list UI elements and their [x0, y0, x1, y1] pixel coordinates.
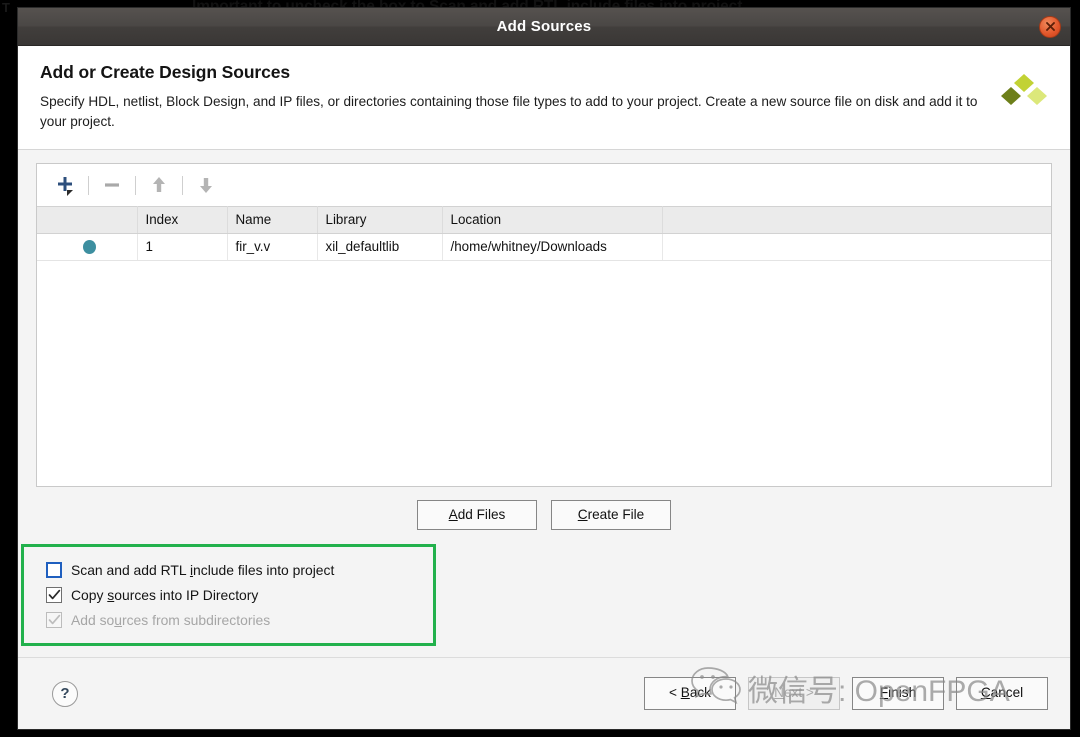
page-title: Add or Create Design Sources [40, 62, 291, 82]
finish-label: inish [888, 685, 917, 701]
plus-icon[interactable] [47, 170, 83, 200]
add-subdirectories-checkbox [46, 611, 62, 628]
back-accel: B [680, 685, 690, 701]
dialog-titlebar: Add Sources [18, 8, 1070, 46]
table-empty-area [37, 261, 1051, 486]
add-files-button[interactable]: Add Files [417, 500, 537, 531]
add-files-accel: A [448, 507, 458, 522]
toolbar-separator [88, 175, 89, 195]
toolbar-separator [182, 175, 183, 195]
back-button[interactable]: < Back [644, 677, 736, 710]
scan-rtl-include-label: Scan and add RTL include files into proj… [71, 562, 334, 578]
table-header-index[interactable]: Index [137, 206, 228, 234]
opt2-pre: Add so [71, 611, 115, 628]
file-action-buttons: Add Files Create File [36, 500, 1052, 531]
row-status-cell [37, 233, 138, 261]
copy-sources-checkbox[interactable] [46, 586, 62, 603]
toolbar-separator [135, 175, 136, 195]
next-label: ext > [783, 685, 814, 701]
status-dot-icon [83, 239, 96, 254]
table-header-status[interactable] [37, 206, 138, 234]
cancel-label: ancel [990, 685, 1024, 701]
add-sources-dialog: Add Sources Add or Create Design Sources… [18, 8, 1070, 729]
opt1-post: ources into IP Directory [114, 586, 259, 603]
table-header-library[interactable]: Library [317, 206, 443, 234]
scan-rtl-include-checkbox[interactable] [46, 561, 62, 578]
row-library: xil_defaultlib [317, 233, 443, 261]
background-left-letter: T [2, 0, 10, 15]
back-prefix: < [669, 685, 681, 701]
help-icon[interactable]: ? [52, 680, 78, 707]
arrow-up-icon[interactable] [141, 170, 177, 200]
opt0-pre: Scan and add RTL [71, 561, 190, 578]
option-copy-sources[interactable]: Copy sources into IP Directory [46, 582, 421, 607]
close-icon[interactable] [1039, 15, 1061, 38]
finish-accel: F [879, 685, 889, 701]
sources-toolbar [37, 164, 1051, 206]
table-header-row: Index Name Library Location [37, 206, 1051, 234]
page-description: Specify HDL, netlist, Block Design, and … [40, 94, 978, 129]
table-header-name[interactable]: Name [227, 206, 318, 234]
sources-panel: Index Name Library Location 1 fir_v.v xi… [36, 163, 1052, 487]
dialog-title: Add Sources [496, 18, 592, 35]
table-header-location[interactable]: Location [442, 206, 663, 234]
opt2-accel: u [114, 611, 122, 628]
copy-sources-label: Copy sources into IP Directory [71, 587, 258, 603]
create-file-label: reate File [587, 507, 645, 522]
sources-table: Index Name Library Location 1 fir_v.v xi… [37, 206, 1051, 261]
opt2-post: rces from subdirectories [121, 611, 271, 628]
dialog-footer: ? < Back Next > Finish Cancel [18, 657, 1070, 729]
dialog-header: Add or Create Design Sources Specify HDL… [18, 46, 1070, 150]
next-accel: N [774, 685, 784, 701]
row-index: 1 [137, 233, 228, 261]
opt1-pre: Copy [71, 586, 108, 603]
option-scan-rtl-include[interactable]: Scan and add RTL include files into proj… [46, 557, 421, 582]
cancel-button[interactable]: Cancel [956, 677, 1048, 710]
row-location: /home/whitney/Downloads [442, 233, 663, 261]
finish-button[interactable]: Finish [852, 677, 944, 710]
xilinx-logo-icon [998, 70, 1050, 122]
table-header-filler [662, 206, 1051, 234]
add-files-label: dd Files [457, 507, 506, 522]
back-label: ack [689, 685, 711, 701]
options-highlight-box: Scan and add RTL include files into proj… [21, 544, 436, 647]
minus-icon[interactable] [94, 170, 130, 200]
dialog-body: Index Name Library Location 1 fir_v.v xi… [18, 150, 1070, 657]
row-name: fir_v.v [227, 233, 318, 261]
next-button: Next > [748, 677, 840, 710]
add-subdirectories-label: Add sources from subdirectories [71, 612, 270, 628]
cancel-accel: C [980, 685, 991, 701]
option-add-subdirectories: Add sources from subdirectories [46, 607, 421, 632]
create-file-accel: C [577, 507, 588, 522]
wizard-nav-buttons: < Back Next > Finish Cancel [644, 677, 1048, 710]
create-file-button[interactable]: Create File [551, 500, 671, 531]
opt0-post: nclude files into project [193, 561, 335, 578]
row-filler [662, 233, 1051, 261]
table-row[interactable]: 1 fir_v.v xil_defaultlib /home/whitney/D… [37, 233, 1051, 261]
arrow-down-icon[interactable] [188, 170, 224, 200]
